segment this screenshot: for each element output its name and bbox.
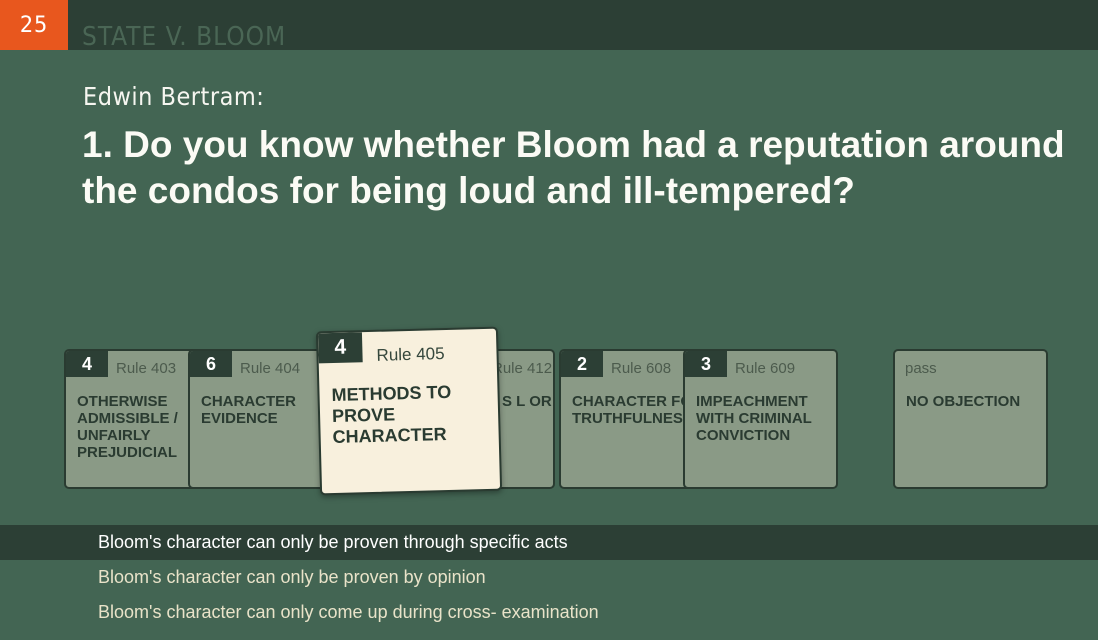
card-pass[interactable]: pass NO OBJECTION	[893, 349, 1048, 489]
speaker-name: Edwin Bertram:	[83, 82, 265, 111]
card-rule-label: Rule 412	[492, 360, 553, 377]
card-title: METHODS TO PROVE CHARACTER	[331, 381, 452, 448]
card-title: S L OR	[502, 393, 552, 410]
card-rule-label: Rule 609	[735, 360, 796, 377]
answer-option[interactable]: Bloom's character can only come up durin…	[0, 595, 1098, 630]
card-rule-label: Rule 608	[611, 360, 672, 377]
question-text: 1. Do you know whether Bloom had a reput…	[82, 124, 1065, 211]
card-rule-405-selected[interactable]: 4 Rule 405 METHODS TO PROVE CHARACTER	[315, 326, 503, 496]
card-rule-609[interactable]: 3 Rule 609 IMPEACHMENT WITH CRIMINAL CON…	[683, 349, 838, 489]
card-count: 4	[317, 332, 363, 364]
card-rule-label: Rule 405	[376, 344, 445, 365]
card-rule-label: Rule 404	[240, 360, 301, 377]
case-title: STATE V. BLOOM	[82, 22, 287, 52]
score-badge: 25	[0, 0, 68, 50]
card-count: 3	[685, 351, 727, 377]
card-title: IMPEACHMENT WITH CRIMINAL CONVICTION	[696, 393, 812, 444]
card-count: 6	[190, 351, 232, 377]
answer-option[interactable]: Bloom's character can only be proven thr…	[0, 525, 1098, 560]
card-count: 4	[66, 351, 108, 377]
card-count: 2	[561, 351, 603, 377]
answer-option[interactable]: Bloom's character can only be proven by …	[0, 560, 1098, 595]
card-title: NO OBJECTION	[906, 393, 1021, 410]
card-rule-label: Rule 403	[116, 360, 177, 377]
card-rule-label: pass	[905, 360, 937, 377]
answer-list: Bloom's character can only be proven thr…	[0, 525, 1098, 630]
